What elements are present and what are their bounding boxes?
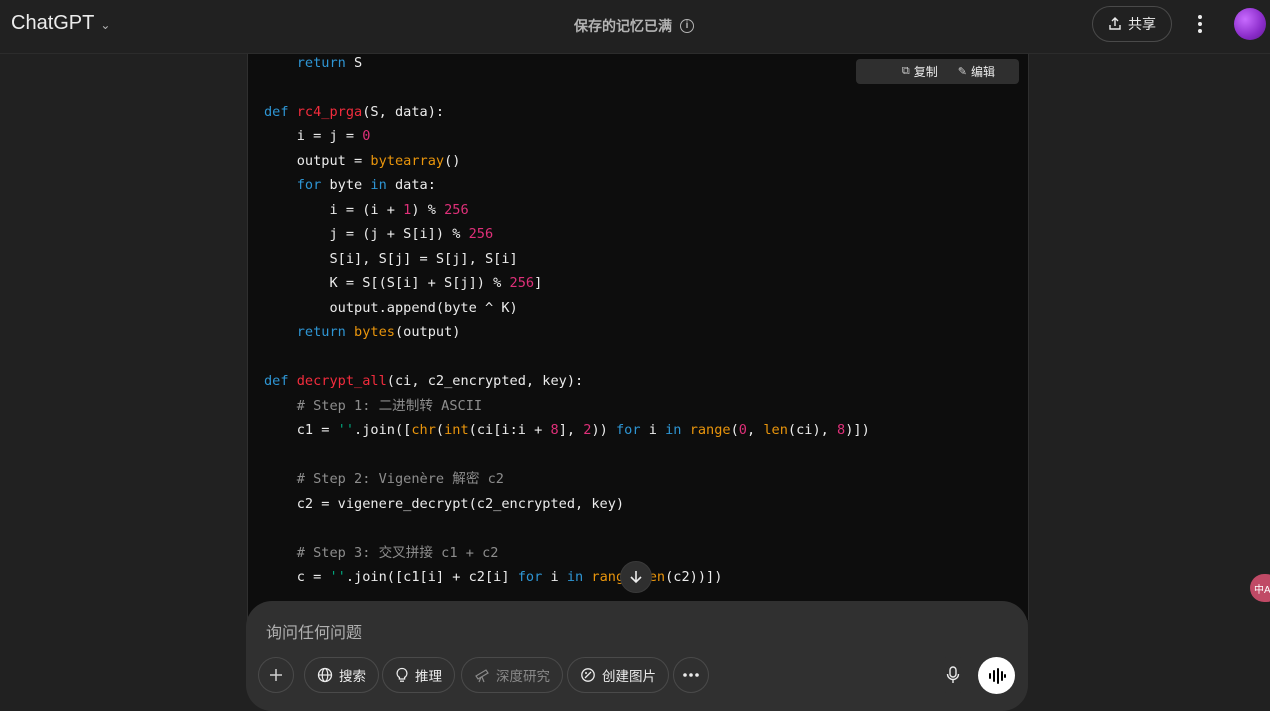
code-line: i = j = 0 <box>264 128 371 144</box>
deep-research-label: 深度研究 <box>496 669 550 684</box>
memory-status[interactable]: 保存的记忆已满 i <box>574 16 694 36</box>
model-name: ChatGPT <box>11 12 95 34</box>
attach-button[interactable] <box>258 657 294 693</box>
lightbulb-icon <box>396 667 408 682</box>
edit-button[interactable]: ✎ 编辑 <box>958 63 995 80</box>
code-line: output.append(byte ^ K) <box>264 299 518 316</box>
search-label: 搜索 <box>339 669 366 684</box>
more-tools-button[interactable] <box>673 657 709 693</box>
create-image-label: 创建图片 <box>602 669 656 684</box>
message-input[interactable]: 询问任何问题 <box>266 619 362 643</box>
code-line: c1 = ''.join([chr(int(ci[i:i + 8], 2)) f… <box>264 422 870 438</box>
telescope-icon <box>475 669 489 683</box>
more-vertical-icon[interactable] <box>1190 10 1210 38</box>
share-button[interactable]: 共享 <box>1092 6 1172 42</box>
top-bar: ChatGPT ⌄ 保存的记忆已满 i 共享 <box>0 0 1270 54</box>
reason-label: 推理 <box>415 669 442 684</box>
voice-waveform-icon <box>988 667 1006 684</box>
code-line: def decrypt_all(ci, c2_encrypted, key): <box>264 373 584 389</box>
code-line: K = S[(S[i] + S[j]) % 256] <box>264 275 543 291</box>
edit-label: 编辑 <box>970 65 995 79</box>
arrow-down-icon <box>630 571 642 584</box>
dictate-button[interactable] <box>934 656 972 694</box>
translate-badge[interactable]: 中A <box>1250 574 1270 602</box>
code-line: i = (i + 1) % 256 <box>264 201 469 218</box>
code-line: return S <box>296 54 363 71</box>
code-block: S[i], S[j] = S[j], S[i] return S def rc4… <box>247 40 1029 620</box>
code-line: c2 = vigenere_decrypt(c2_encrypted, key) <box>264 495 625 512</box>
info-icon: i <box>680 19 694 33</box>
create-image-button[interactable]: 创建图片 <box>567 657 669 693</box>
code-line: for byte in data: <box>296 177 436 193</box>
deep-research-button[interactable]: 深度研究 <box>461 657 563 693</box>
code-line: j = (j + S[i]) % 256 <box>264 226 494 242</box>
copy-icon: ⧉ <box>901 65 910 77</box>
reason-button[interactable]: 推理 <box>382 657 455 693</box>
more-horizontal-icon <box>683 673 699 677</box>
plus-icon <box>270 669 282 681</box>
code-actions: ⧉ 复制 ✎ 编辑 <box>856 59 1019 84</box>
search-button[interactable]: 搜索 <box>304 657 379 693</box>
code-line: c = ''.join([c1[i] + c2[i] for i in rang… <box>264 569 723 585</box>
voice-mode-button[interactable] <box>978 657 1015 694</box>
globe-icon <box>317 667 333 683</box>
code-content: S[i], S[j] = S[j], S[i] return S def rc4… <box>264 40 870 590</box>
copy-button[interactable]: ⧉ 复制 <box>902 63 938 80</box>
code-line: def rc4_prga(S, data): <box>264 103 445 120</box>
code-line: # Step 3: 交叉拼接 c1 + c2 <box>296 544 499 561</box>
composer: 询问任何问题 搜索 推理 深度研究 创建图片 <box>246 601 1028 711</box>
mic-icon <box>946 666 960 683</box>
chevron-down-icon: ⌄ <box>100 17 111 32</box>
memory-status-text: 保存的记忆已满 <box>574 18 672 34</box>
edit-icon: ✎ <box>957 66 967 78</box>
avatar[interactable] <box>1234 8 1266 40</box>
model-selector[interactable]: ChatGPT ⌄ <box>11 12 110 35</box>
share-label: 共享 <box>1128 16 1156 32</box>
code-line: S[i], S[j] = S[j], S[i] <box>264 250 518 267</box>
image-create-icon <box>581 668 595 682</box>
share-icon <box>1109 17 1121 30</box>
copy-label: 复制 <box>913 65 938 79</box>
code-line: # Step 2: Vigenère 解密 c2 <box>296 471 504 487</box>
code-line: output = bytearray() <box>264 152 461 169</box>
code-line: return bytes(output) <box>296 324 461 340</box>
scroll-to-bottom-button[interactable] <box>620 561 652 593</box>
code-line: # Step 1: 二进制转 ASCII <box>296 397 483 414</box>
